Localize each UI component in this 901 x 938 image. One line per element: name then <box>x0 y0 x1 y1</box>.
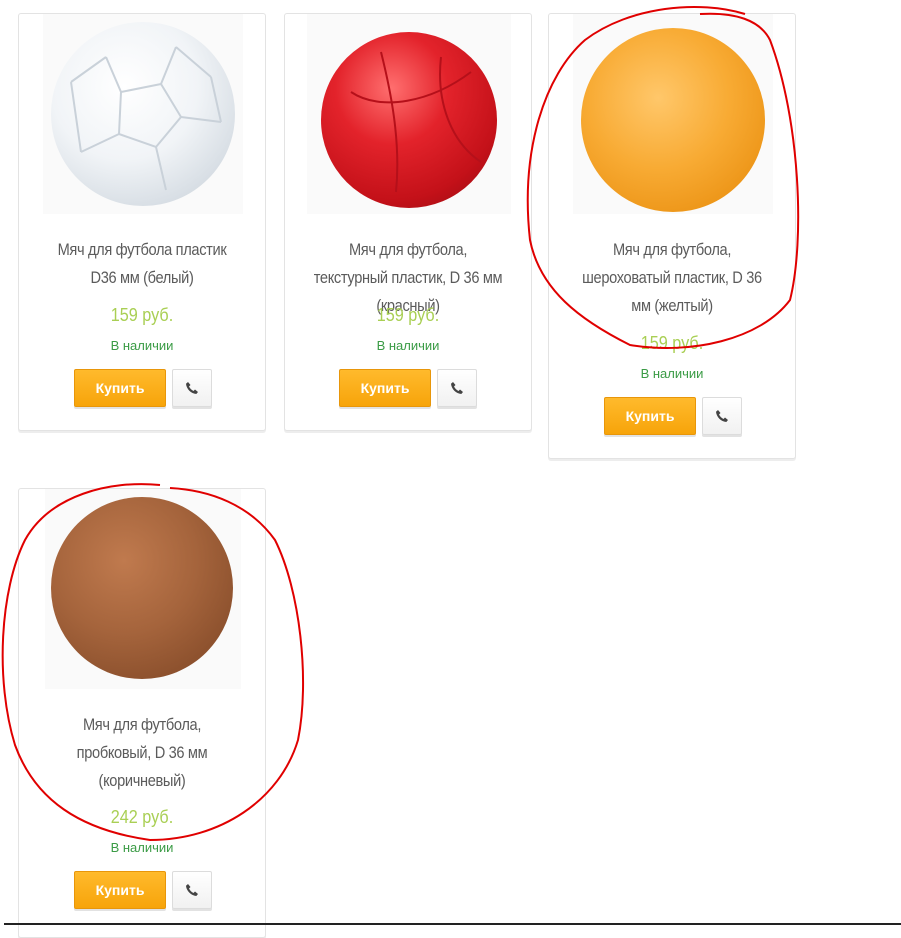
call-button[interactable] <box>702 397 742 435</box>
buy-button[interactable]: Купить <box>74 871 166 909</box>
call-button[interactable] <box>437 369 477 407</box>
brown-ball-image <box>51 497 233 679</box>
ball-seams-icon <box>70 46 222 191</box>
yellow-ball-image <box>581 28 765 212</box>
ball-texture-icon <box>350 51 482 193</box>
buy-button[interactable]: Купить <box>74 369 166 407</box>
product-image[interactable] <box>307 14 511 214</box>
product-price: 242 руб. <box>110 807 174 827</box>
availability-status: В наличии <box>376 338 440 353</box>
availability-status: В наличии <box>640 366 704 381</box>
phone-icon <box>186 382 198 394</box>
product-card: Мяч для футбола, шероховатый пластик, D … <box>548 13 796 459</box>
phone-icon <box>716 410 728 422</box>
product-title[interactable]: Мяч для футбола, шероховатый пластик, D … <box>575 236 769 320</box>
call-button[interactable] <box>172 871 212 909</box>
phone-icon <box>451 382 463 394</box>
availability-status: В наличии <box>110 338 174 353</box>
call-button[interactable] <box>172 369 212 407</box>
buy-button[interactable]: Купить <box>604 397 696 435</box>
product-price: 159 руб. <box>110 305 174 325</box>
product-card: Мяч для футбола пластик D36 мм (белый) 1… <box>18 13 266 431</box>
availability-status: В наличии <box>110 840 174 855</box>
buy-button[interactable]: Купить <box>339 369 431 407</box>
page-divider <box>4 923 901 925</box>
product-card: Мяч для футбола, текстурный пластик, D 3… <box>284 13 532 431</box>
product-price: 159 руб. <box>376 305 440 325</box>
product-card: Мяч для футбола, пробковый, D 36 мм (кор… <box>18 488 266 938</box>
product-price: 159 руб. <box>640 333 704 353</box>
product-title[interactable]: Мяч для футбола, пробковый, D 36 мм (кор… <box>45 711 239 795</box>
red-ball-image <box>321 32 497 208</box>
phone-icon <box>186 884 198 896</box>
white-ball-image <box>51 22 235 206</box>
product-image[interactable] <box>573 14 773 214</box>
product-image[interactable] <box>43 14 243 214</box>
product-image[interactable] <box>45 489 241 689</box>
product-title[interactable]: Мяч для футбола пластик D36 мм (белый) <box>45 236 239 292</box>
